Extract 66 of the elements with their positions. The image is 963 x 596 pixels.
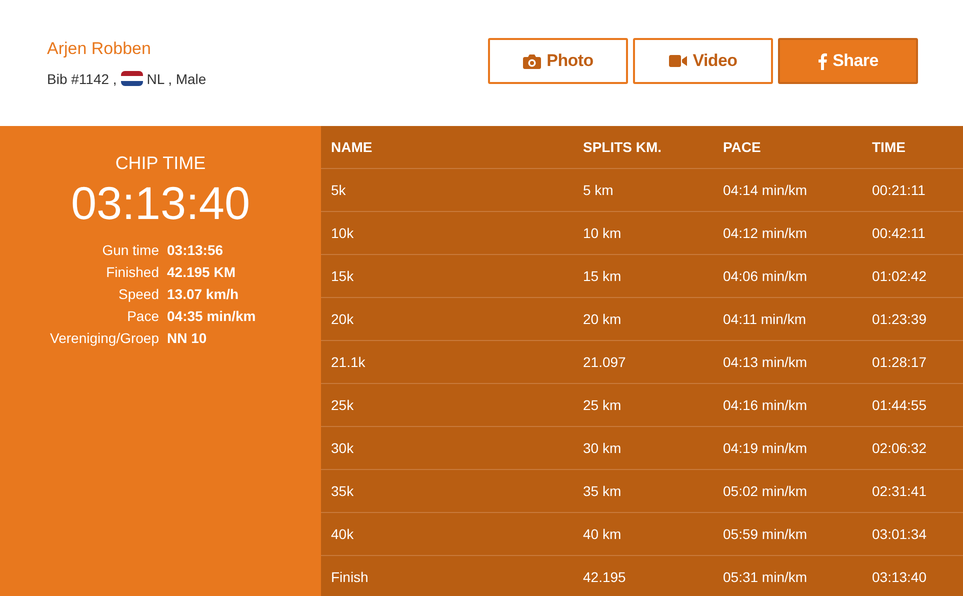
table-cell-text: 15k (331, 268, 355, 284)
table-cell-text: 00:21:11 (872, 182, 926, 198)
table-cell-text: 01:23:39 (872, 311, 928, 327)
stat-value: 42.195 KM (167, 264, 236, 280)
stat-label: Vereniging/Groep (50, 330, 159, 346)
column-header: TIME (872, 139, 906, 155)
table-cell-text: 04:11 min/km (723, 311, 807, 327)
table-cell-text: 04:13 min/km (723, 354, 808, 370)
table-cell-text: 01:44:55 (872, 397, 928, 413)
stat-label: Speed (118, 286, 159, 302)
table-cell-text: 05:02 min/km (723, 483, 808, 499)
camera-icon (522, 54, 541, 68)
table-cell-text: 01:02:42 (872, 268, 928, 284)
table-cell-text: 05:31 min/km (723, 569, 808, 585)
table-cell-text: 5 km (583, 182, 614, 198)
table-cell-text: 04:06 min/km (723, 268, 808, 284)
table-cell-text: 35 km (583, 483, 622, 499)
facebook-icon (818, 52, 827, 70)
table-cell-text: 02:31:41 (872, 483, 928, 499)
video-camera-icon (668, 55, 687, 67)
table-cell-text: 10k (331, 225, 355, 241)
table-cell-text: 20 km (583, 311, 622, 327)
table-cell-text: 21.097 (583, 354, 627, 370)
stat-label: Pace (127, 308, 159, 324)
table-cell-text: 30k (331, 440, 355, 456)
stat-label: Gun time (102, 242, 159, 258)
table-cell-text: 15 km (583, 268, 622, 284)
table-cell-text: 30 km (583, 440, 622, 456)
bib-number: Bib #1142 , (47, 71, 117, 87)
table-cell-text: 04:16 min/km (723, 397, 808, 413)
stat-value: 03:13:56 (167, 242, 224, 258)
column-header: NAME (331, 139, 374, 155)
table-cell-text: 40 km (583, 526, 622, 542)
video-button[interactable]: Video (633, 38, 773, 84)
table-cell-text: 35k (331, 483, 355, 499)
table-cell-text: 21.1k (331, 354, 366, 370)
stat-label: Finished (106, 264, 159, 280)
table-cell-text: 25k (331, 397, 355, 413)
chip-time-label: CHIP TIME (114, 153, 207, 174)
stat-value: 13.07 km/h (167, 286, 239, 302)
photo-button[interactable]: Photo (488, 38, 628, 84)
share-button[interactable]: Share (778, 38, 918, 84)
table-cell-text: 04:14 min/km (723, 182, 808, 198)
table-cell-text: 04:12 min/km (723, 225, 808, 241)
table-cell-text: 03:13:40 (872, 569, 928, 585)
table-cell-text: 40k (331, 526, 355, 542)
table-cell-text: 20k (331, 311, 355, 327)
stat-value: 04:35 min/km (167, 308, 256, 324)
table-cell-text: 25 km (583, 397, 622, 413)
chip-time: 03:13:40 (70, 176, 252, 230)
column-header: SPLITS KM. (583, 139, 663, 155)
table-cell-text: 42.195 (583, 569, 627, 585)
stat-value: NN 10 (167, 330, 207, 346)
table-cell-text: 5k (331, 182, 347, 198)
table-cell-text: 01:28:17 (872, 354, 928, 370)
table-cell-text: 04:19 min/km (723, 440, 808, 456)
flag-icon (120, 71, 143, 86)
table-cell-text: 05:59 min/km (723, 526, 808, 542)
runner-name: Arjen Robben (47, 39, 152, 59)
runner-details: NL , Male (146, 71, 206, 87)
table-cell-text: 03:01:34 (872, 526, 928, 542)
table-cell-text: 00:42:11 (872, 225, 926, 241)
table-cell-text: 10 km (583, 225, 622, 241)
table-cell-text: 02:06:32 (872, 440, 928, 456)
table-cell-text: Finish (331, 569, 370, 585)
column-header: PACE (723, 139, 762, 155)
